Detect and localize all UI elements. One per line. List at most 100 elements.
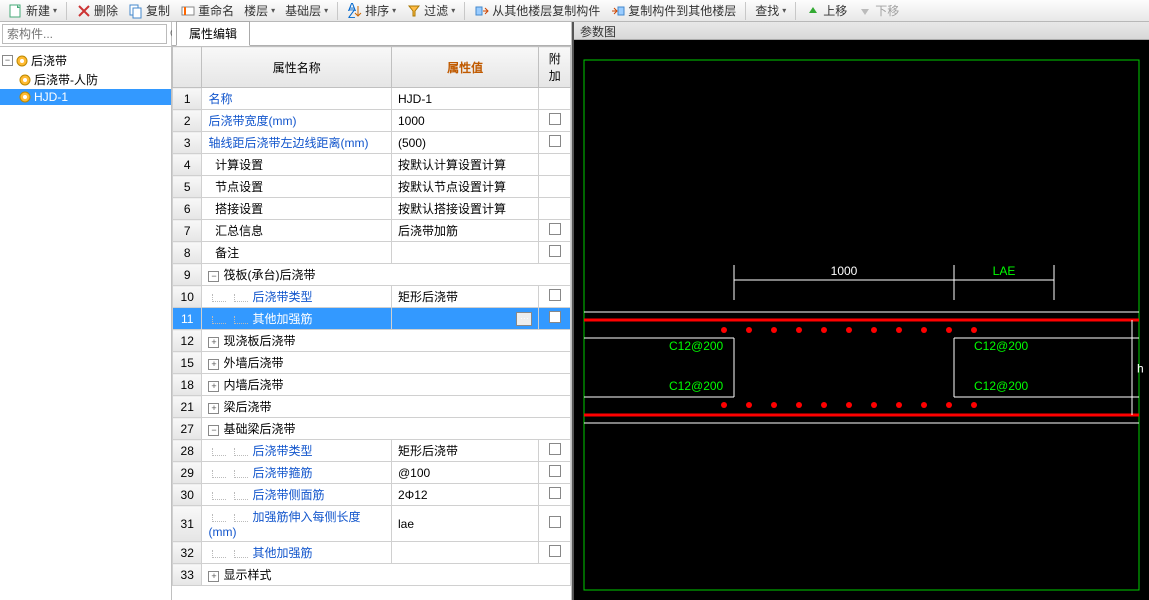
tab-property-edit[interactable]: 属性编辑 [176,21,250,46]
prop-name-cell[interactable]: +显示样式 [202,564,571,586]
rename-button[interactable]: 重命名 [176,0,238,21]
prop-name-cell[interactable]: 搭接设置 [202,198,392,220]
checkbox[interactable] [549,516,561,528]
checkbox[interactable] [549,245,561,257]
grid-row[interactable]: 5 节点设置按默认节点设置计算 [173,176,571,198]
checkbox[interactable] [549,487,561,499]
floor-button[interactable]: 楼层 ▾ [240,0,279,21]
prop-name-cell[interactable]: 节点设置 [202,176,392,198]
prop-value-cell[interactable]: 矩形后浇带 [391,286,538,308]
prop-name-cell[interactable]: 加强筋伸入每侧长度(mm) [202,506,392,542]
sort-button[interactable]: AZ 排序▾ [343,0,400,21]
prop-value-cell[interactable]: 后浇带加筋 [391,220,538,242]
prop-add-cell[interactable] [539,484,571,506]
prop-add-cell[interactable] [539,286,571,308]
move-up-button[interactable]: 上移 [801,0,851,21]
copy-from-other-button[interactable]: 从其他楼层复制构件 [470,0,604,21]
prop-name-cell[interactable]: +外墙后浇带 [202,352,571,374]
search-input[interactable] [2,24,167,44]
tree-root[interactable]: − 后浇带 [0,51,171,70]
grid-row[interactable]: 6 搭接设置按默认搭接设置计算 [173,198,571,220]
grid-row[interactable]: 2后浇带宽度(mm)1000 [173,110,571,132]
prop-name-cell[interactable]: −筏板(承台)后浇带 [202,264,571,286]
checkbox[interactable] [549,465,561,477]
expand-icon[interactable]: + [208,381,219,392]
tree-child-1[interactable]: 后浇带-人防 [0,70,171,89]
prop-add-cell[interactable] [539,440,571,462]
prop-value-cell[interactable]: HJD-1 [391,88,538,110]
expand-icon[interactable]: + [208,403,219,414]
prop-add-cell[interactable] [539,198,571,220]
expand-icon[interactable]: + [208,337,219,348]
prop-add-cell[interactable] [539,154,571,176]
copy-to-other-button[interactable]: 复制构件到其他楼层 [606,0,740,21]
prop-add-cell[interactable] [539,176,571,198]
diagram-canvas[interactable]: 1000LAEhC12@200C12@200C12@200C12@200 [574,40,1149,600]
grid-row[interactable]: 18+内墙后浇带 [173,374,571,396]
prop-value-cell[interactable]: 2Φ12 [391,484,538,506]
grid-row[interactable]: 28后浇带类型矩形后浇带 [173,440,571,462]
grid-row[interactable]: 12+现浇板后浇带 [173,330,571,352]
delete-button[interactable]: 删除 [72,0,122,21]
prop-name-cell[interactable]: 备注 [202,242,392,264]
prop-add-cell[interactable] [539,110,571,132]
grid-row[interactable]: 3轴线距后浇带左边线距离(mm)(500) [173,132,571,154]
checkbox[interactable] [549,443,561,455]
prop-add-cell[interactable] [539,462,571,484]
prop-add-cell[interactable] [539,88,571,110]
prop-value-cell[interactable]: @100 [391,462,538,484]
grid-row[interactable]: 21+梁后浇带 [173,396,571,418]
grid-row[interactable]: 4 计算设置按默认计算设置计算 [173,154,571,176]
prop-value-cell[interactable]: 矩形后浇带 [391,440,538,462]
prop-value-cell[interactable]: (500) [391,132,538,154]
prop-value-cell[interactable] [391,542,538,564]
grid-row[interactable]: 29后浇带箍筋@100 [173,462,571,484]
grid-row[interactable]: 31加强筋伸入每侧长度(mm)lae [173,506,571,542]
prop-name-cell[interactable]: 其他加强筋 [202,308,392,330]
prop-name-cell[interactable]: −基础梁后浇带 [202,418,571,440]
prop-value-cell[interactable]: lae [391,506,538,542]
prop-value-cell[interactable]: 按默认搭接设置计算 [391,198,538,220]
prop-add-cell[interactable] [539,506,571,542]
prop-name-cell[interactable]: 后浇带类型 [202,440,392,462]
checkbox[interactable] [549,223,561,235]
prop-name-cell[interactable]: 轴线距后浇带左边线距离(mm) [202,132,392,154]
prop-name-cell[interactable]: 后浇带箍筋 [202,462,392,484]
filter-button[interactable]: 过滤▾ [402,0,459,21]
prop-name-cell[interactable]: +梁后浇带 [202,396,571,418]
expand-icon[interactable]: + [208,571,219,582]
find-button[interactable]: 查找▾ [751,0,790,21]
new-button[interactable]: 新建▾ [4,0,61,21]
prop-value-cell[interactable]: 1000 [391,110,538,132]
prop-value-cell[interactable]: 按默认计算设置计算 [391,154,538,176]
prop-name-cell[interactable]: +内墙后浇带 [202,374,571,396]
grid-row[interactable]: 30后浇带侧面筋2Φ12 [173,484,571,506]
expand-icon[interactable]: − [208,425,219,436]
grid-row[interactable]: 11其他加强筋⋯ [173,308,571,330]
grid-row[interactable]: 1名称HJD-1 [173,88,571,110]
checkbox[interactable] [549,113,561,125]
grid-row[interactable]: 32其他加强筋 [173,542,571,564]
ellipsis-button[interactable]: ⋯ [516,312,532,326]
grid-row[interactable]: 7 汇总信息后浇带加筋 [173,220,571,242]
prop-name-cell[interactable]: 其他加强筋 [202,542,392,564]
tree-child-2[interactable]: HJD-1 [0,89,171,105]
prop-value-cell[interactable]: 按默认节点设置计算 [391,176,538,198]
prop-value-cell[interactable] [391,242,538,264]
prop-add-cell[interactable] [539,220,571,242]
checkbox[interactable] [549,289,561,301]
grid-row[interactable]: 27−基础梁后浇带 [173,418,571,440]
copy-button[interactable]: 复制 [124,0,174,21]
checkbox[interactable] [549,311,561,323]
expand-icon[interactable]: − [208,271,219,282]
foundation-button[interactable]: 基础层 ▾ [281,0,332,21]
prop-name-cell[interactable]: 后浇带侧面筋 [202,484,392,506]
prop-add-cell[interactable] [539,132,571,154]
grid-row[interactable]: 33+显示样式 [173,564,571,586]
checkbox[interactable] [549,545,561,557]
prop-name-cell[interactable]: +现浇板后浇带 [202,330,571,352]
move-down-button[interactable]: 下移 [853,0,903,21]
grid-row[interactable]: 15+外墙后浇带 [173,352,571,374]
prop-add-cell[interactable] [539,542,571,564]
checkbox[interactable] [549,135,561,147]
